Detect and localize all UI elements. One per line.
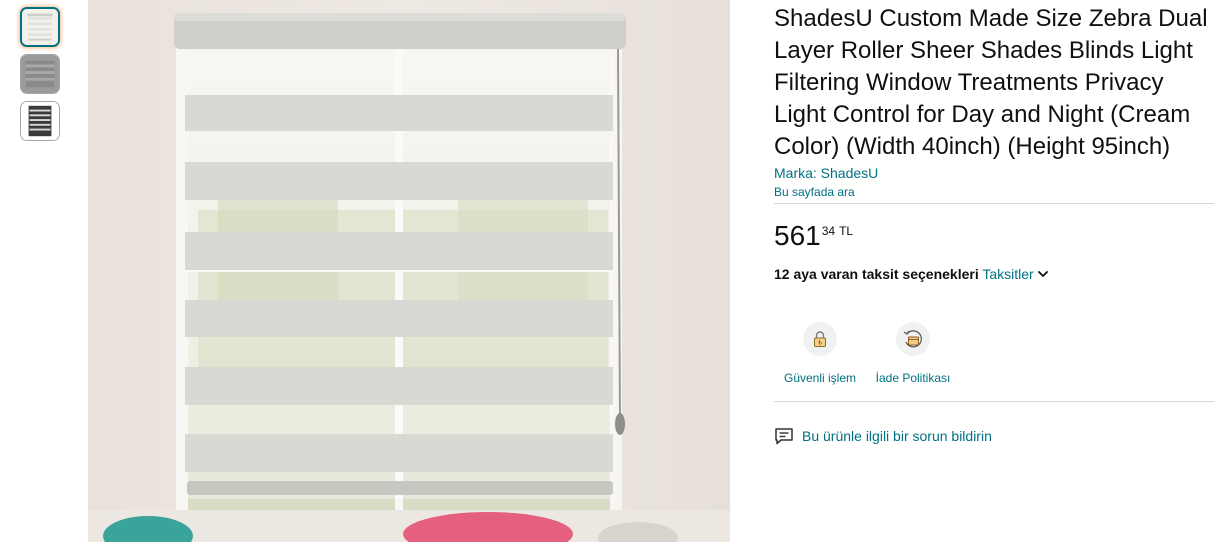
report-issue-link[interactable]: Bu ürünle ilgili bir sorun bildirin bbox=[774, 426, 992, 446]
installments-link[interactable]: Taksitler bbox=[982, 266, 1049, 282]
product-title: ShadesU Custom Made Size Zebra Dual Laye… bbox=[774, 5, 1208, 160]
return-box-icon bbox=[896, 322, 930, 356]
price-fraction: 34 bbox=[821, 224, 836, 238]
installment-text: 12 aya varan taksit seçenekleri bbox=[774, 266, 979, 282]
trust-badges: ₺ Güvenli işlem İade Politikası bbox=[774, 322, 963, 386]
price: 561 34 TL bbox=[774, 220, 853, 252]
return-policy-label: İade Politikası bbox=[875, 371, 951, 385]
search-this-page-link[interactable]: Bu sayfada ara bbox=[774, 183, 1214, 201]
divider bbox=[774, 401, 1214, 402]
report-issue-label: Bu ürünle ilgili bir sorun bildirin bbox=[802, 428, 992, 444]
installments-link-label: Taksitler bbox=[982, 266, 1034, 282]
thumbnail-black[interactable] bbox=[20, 101, 60, 141]
thumbnail-gray[interactable] bbox=[20, 54, 60, 94]
feedback-chat-icon bbox=[775, 428, 793, 445]
svg-text:₺: ₺ bbox=[818, 340, 822, 347]
product-info-panel: ShadesU Custom Made Size Zebra Dual Laye… bbox=[774, 0, 1214, 445]
price-currency: TL bbox=[839, 224, 854, 238]
divider bbox=[774, 203, 1214, 204]
installment-options: 12 aya varan taksit seçenekleri Taksitle… bbox=[774, 264, 1050, 284]
lock-icon: ₺ bbox=[803, 322, 837, 356]
return-policy-badge[interactable]: İade Politikası bbox=[863, 322, 963, 386]
secure-transaction-label: Güvenli işlem bbox=[783, 371, 857, 385]
brand-link[interactable]: Marka: ShadesU bbox=[774, 163, 1214, 183]
price-whole: 561 bbox=[774, 220, 821, 251]
thumbnail-cream[interactable] bbox=[20, 7, 60, 47]
main-product-image[interactable] bbox=[88, 0, 730, 542]
thumbnail-strip bbox=[20, 7, 60, 148]
chevron-down-icon bbox=[1037, 271, 1048, 277]
secure-transaction-badge[interactable]: ₺ Güvenli işlem bbox=[770, 322, 870, 386]
